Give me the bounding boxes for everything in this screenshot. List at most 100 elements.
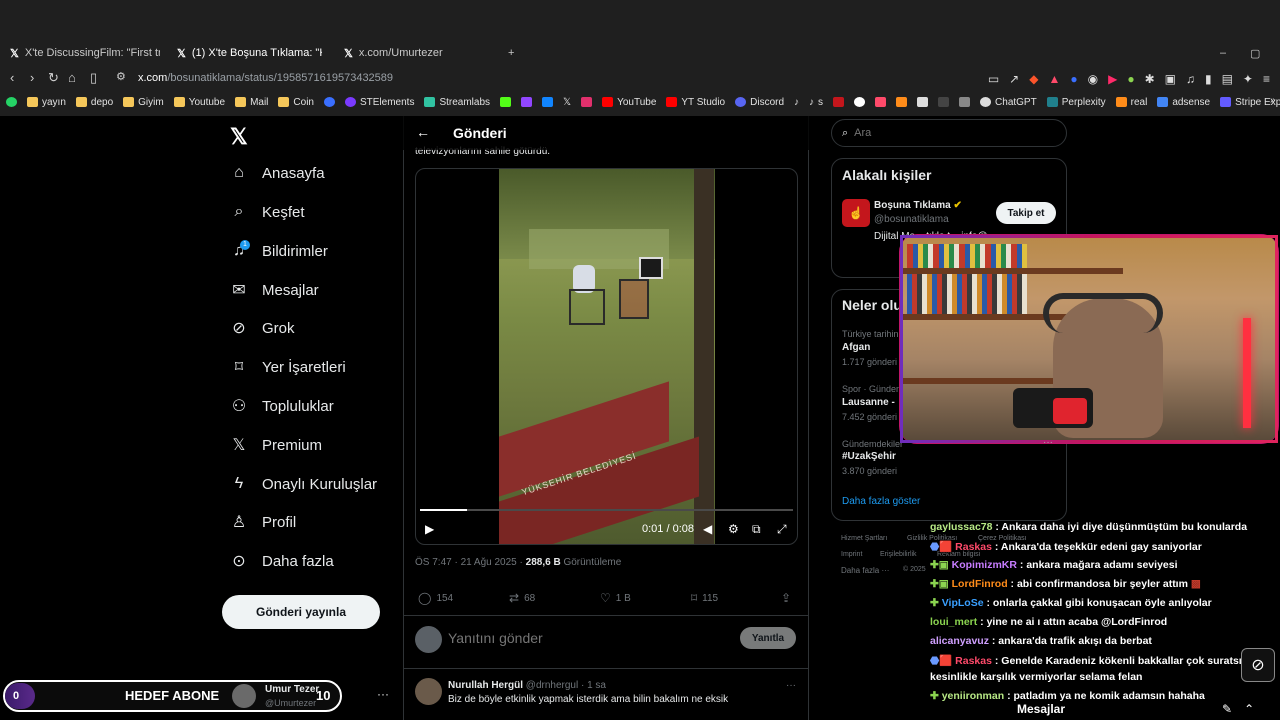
compose-message-icon[interactable]: ✎	[1222, 702, 1232, 716]
nav-messages[interactable]: ✉ Mesajlar	[230, 277, 318, 303]
video-progress-track[interactable]	[420, 509, 793, 511]
trend-name[interactable]: Afgan	[842, 342, 870, 353]
extension-icon[interactable]: ●	[1127, 72, 1134, 86]
bookmark-real[interactable]: real	[1115, 97, 1147, 108]
nav-communities[interactable]: ⚇ Topluluklar	[230, 393, 334, 419]
play-icon[interactable]: ▶	[425, 522, 434, 536]
extension-icon[interactable]: ◉	[1088, 72, 1098, 86]
bookmark-bluesky[interactable]	[542, 97, 554, 107]
nav-grok[interactable]: ⊘ Grok	[230, 315, 294, 341]
bookmark-icon[interactable]: ▯	[90, 70, 97, 86]
bookmark-x[interactable]: 𝕏	[563, 97, 571, 108]
bookmark-folder[interactable]: Youtube	[173, 97, 225, 108]
footer-link[interactable]: Imprint	[841, 551, 862, 558]
minimize-icon[interactable]: –	[1220, 42, 1226, 64]
reply-action[interactable]: ◯ 154	[418, 591, 453, 605]
nav-profile[interactable]: ♙ Profil	[230, 509, 296, 535]
avatar[interactable]: ☝	[842, 199, 870, 227]
bookmark-whatsapp[interactable]	[6, 97, 17, 107]
bookmark-tiktok[interactable]: ♪	[794, 97, 799, 108]
site-settings-icon[interactable]: ⚙	[116, 70, 126, 83]
share-action[interactable]: ⇪	[781, 591, 791, 605]
footer-link[interactable]: Hizmet Şartları	[841, 535, 887, 542]
comment-author[interactable]: Nurullah Hergül	[448, 680, 523, 691]
expand-icon[interactable]: ⌃	[1244, 702, 1254, 716]
follow-button[interactable]: Takip et	[996, 202, 1056, 224]
address-bar[interactable]: x.com/bosunatiklama/status/1958571619573…	[138, 72, 393, 84]
bookmark-chatgpt[interactable]: ChatGPT	[980, 97, 1037, 108]
brave-rewards-icon[interactable]: ▲	[1048, 72, 1060, 86]
wallet-icon[interactable]: ▤	[1222, 72, 1233, 86]
more-options-icon[interactable]: ···	[1043, 437, 1053, 448]
bookmark-ytstudio[interactable]: YT Studio	[666, 97, 725, 108]
bookmark-icon-link[interactable]	[854, 97, 866, 107]
bookmark-folder[interactable]: yayın	[27, 97, 66, 108]
bookmark-icon-link[interactable]	[875, 97, 887, 107]
more-bookmarks-icon[interactable]: »	[1270, 95, 1276, 106]
nav-more[interactable]: ⊙ Daha fazla	[230, 548, 333, 574]
like-action[interactable]: ♡ 1 B	[600, 591, 631, 605]
trend-name[interactable]: #UzakŞehir	[842, 451, 896, 462]
sidebar-icon[interactable]: ▮	[1205, 72, 1212, 86]
extension-icon[interactable]: ▶	[1108, 72, 1117, 86]
search-box[interactable]: ⌕	[831, 119, 1067, 147]
bookmark-kick[interactable]	[500, 97, 512, 107]
extension-icon[interactable]: ▣	[1165, 72, 1176, 86]
grok-overlay-button[interactable]: ⊘	[1241, 648, 1275, 682]
pip-icon[interactable]: ⧉	[752, 522, 761, 537]
footer-link[interactable]: Daha fazla ···	[841, 566, 889, 575]
reply-input[interactable]	[448, 630, 708, 646]
bookmark-red[interactable]	[833, 97, 845, 107]
bookmark-icon-link[interactable]	[917, 97, 929, 107]
bookmark-icon-link[interactable]	[938, 97, 950, 107]
bookmark-r[interactable]	[323, 97, 335, 107]
menu-icon[interactable]: ≡	[1263, 72, 1270, 86]
tab-3[interactable]: 𝕏x.com/Umurtezer	[344, 42, 494, 64]
show-more-link[interactable]: Daha fazla göster	[842, 496, 920, 507]
x-logo-icon[interactable]: 𝕏	[230, 124, 248, 150]
extension-icon[interactable]: ●	[1070, 72, 1077, 86]
back-icon[interactable]: ‹	[10, 70, 14, 85]
reload-icon[interactable]: ↻	[48, 70, 59, 86]
bookmark-perplexity[interactable]: Perplexity	[1046, 97, 1106, 108]
nav-bookmarks[interactable]: ⌑ Yer İşaretleri	[230, 354, 346, 380]
leo-icon[interactable]: ✦	[1243, 72, 1253, 86]
avatar[interactable]	[415, 678, 442, 705]
bookmark-youtube[interactable]: YouTube	[602, 97, 656, 108]
nav-explore[interactable]: ⌕ Keşfet	[230, 199, 305, 225]
repost-action[interactable]: ⇄ 68	[509, 591, 535, 605]
fullscreen-icon[interactable]: ⤢	[777, 522, 787, 537]
back-arrow-icon[interactable]: ←	[416, 124, 430, 140]
forward-icon[interactable]: ›	[30, 70, 34, 85]
bookmark-action[interactable]: ⌑ 115	[691, 591, 718, 605]
post-button[interactable]: Gönderi yayınla	[222, 595, 380, 629]
related-name[interactable]: Boşuna Tıklama ✔	[874, 200, 962, 211]
bookmark-instagram[interactable]	[581, 97, 593, 107]
nav-verified-orgs[interactable]: ϟ Onaylı Kuruluşlar	[230, 471, 377, 497]
footer-link[interactable]: Erişilebilirlik	[880, 551, 917, 558]
trend-name[interactable]: Lausanne -	[842, 397, 895, 408]
bookmark-folder[interactable]: Mail	[235, 97, 268, 108]
bookmark-folder[interactable]: Giyim	[123, 97, 164, 108]
bookmark-adsense[interactable]: adsense	[1157, 97, 1210, 108]
brave-shield-icon[interactable]: ◆	[1029, 72, 1038, 86]
settings-icon[interactable]: ⚙	[728, 522, 739, 536]
music-icon[interactable]: ♫	[1186, 72, 1195, 86]
volume-icon[interactable]: ◀︎	[703, 522, 712, 536]
more-options-icon[interactable]: ···	[377, 687, 389, 701]
bookmark-tiktok-s[interactable]: ♪ s	[809, 97, 823, 108]
bookmark-folder[interactable]: Coin	[278, 97, 314, 108]
tab-2[interactable]: 𝕏(1) X'te Boşuna Tıklama: "Kadıköy✕	[177, 42, 322, 64]
new-tab-button[interactable]: +	[508, 42, 514, 64]
puzzle-icon[interactable]: ✱	[1145, 72, 1155, 86]
video-player[interactable]: YÜKSEHİR BELEDİYESİ	[415, 168, 798, 545]
bookmark-icon-link[interactable]	[959, 97, 971, 107]
bookmark-stelements[interactable]: STElements	[344, 97, 414, 108]
nav-premium[interactable]: 𝕏 Premium	[230, 432, 322, 458]
bookmark-icon-link[interactable]	[896, 97, 908, 107]
reply-button[interactable]: Yanıtla	[740, 627, 796, 649]
bookmark-folder[interactable]: depo	[75, 97, 113, 108]
messages-dock-label[interactable]: Mesajlar	[1017, 702, 1065, 716]
bookmark-discord[interactable]: Discord	[735, 97, 784, 108]
share-icon[interactable]: ↗	[1009, 72, 1019, 86]
